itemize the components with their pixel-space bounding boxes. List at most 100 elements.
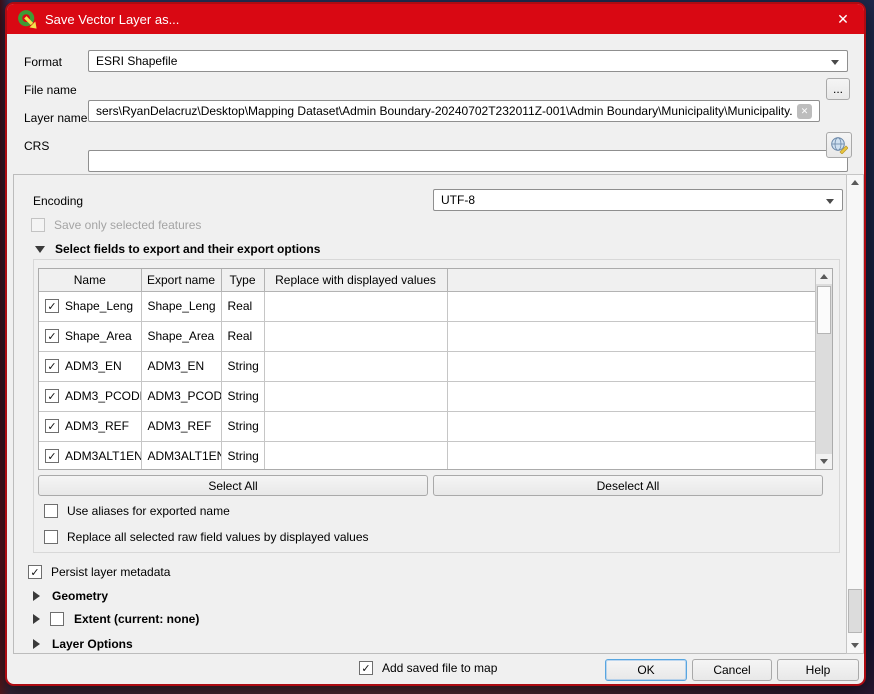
field-name: ADM3_EN	[65, 359, 122, 373]
save-vector-layer-dialog: Save Vector Layer as... ✕ Format ESRI Sh…	[5, 2, 866, 686]
geometry-section-header[interactable]: Geometry	[33, 589, 108, 603]
extent-label: Extent (current: none)	[74, 612, 199, 626]
col-header-filler	[447, 269, 817, 291]
table-row[interactable]: ✓Shape_Area Shape_Area Real	[39, 321, 817, 351]
add-to-map-row[interactable]: ✓ Add saved file to map	[359, 661, 497, 675]
collapse-collapsed-icon[interactable]	[33, 614, 40, 624]
options-scrollbar[interactable]	[846, 174, 864, 654]
table-header-row: Name Export name Type Replace with displ…	[39, 269, 817, 291]
fields-section-header[interactable]: Select fields to export and their export…	[35, 242, 320, 256]
chevron-down-icon	[831, 60, 839, 65]
persist-metadata-checkbox[interactable]: ✓	[28, 565, 42, 579]
filename-input[interactable]: sers\RyanDelacruz\Desktop\Mapping Datase…	[88, 100, 820, 122]
fields-table: Name Export name Type Replace with displ…	[38, 268, 833, 470]
chevron-down-icon	[826, 199, 834, 204]
table-row[interactable]: ✓ADM3_REF ADM3_REF String	[39, 411, 817, 441]
clear-text-icon[interactable]: ✕	[797, 104, 812, 119]
col-header-type[interactable]: Type	[221, 269, 264, 291]
crs-label: CRS	[24, 139, 49, 153]
persist-metadata-label: Persist layer metadata	[51, 565, 170, 579]
cancel-button[interactable]: Cancel	[692, 659, 772, 681]
deselect-all-button[interactable]: Deselect All	[433, 475, 823, 496]
options-scrollbar-thumb[interactable]	[848, 589, 862, 633]
format-combobox[interactable]: ESRI Shapefile	[88, 50, 848, 72]
save-selected-checkbox-row: Save only selected features	[31, 218, 201, 232]
fields-table-grid: Name Export name Type Replace with displ…	[39, 269, 817, 470]
table-scrollbar[interactable]	[815, 269, 832, 469]
layername-input[interactable]	[88, 150, 848, 172]
add-to-map-label: Add saved file to map	[382, 661, 497, 675]
field-name: Shape_Area	[65, 329, 132, 343]
replace-raw-checkbox[interactable]	[44, 530, 58, 544]
field-replace-value[interactable]	[264, 411, 447, 441]
scroll-down-icon[interactable]	[816, 454, 832, 469]
extent-section-header[interactable]: Extent (current: none)	[33, 612, 199, 626]
table-row[interactable]: ✓ADM3ALT1EN ADM3ALT1EN String	[39, 441, 817, 470]
field-export-name[interactable]: Shape_Leng	[141, 291, 221, 321]
scroll-up-icon[interactable]	[816, 269, 832, 284]
row-checkbox[interactable]: ✓	[45, 359, 59, 373]
field-type: String	[221, 411, 264, 441]
replace-raw-row[interactable]: Replace all selected raw field values by…	[44, 530, 369, 544]
field-export-name[interactable]: ADM3_REF	[141, 411, 221, 441]
table-row[interactable]: ✓Shape_Leng Shape_Leng Real	[39, 291, 817, 321]
field-replace-value[interactable]	[264, 321, 447, 351]
collapse-collapsed-icon[interactable]	[33, 639, 40, 649]
fields-section-label: Select fields to export and their export…	[55, 242, 320, 256]
field-name: Shape_Leng	[65, 299, 133, 313]
help-button[interactable]: Help	[777, 659, 859, 681]
save-selected-checkbox	[31, 218, 45, 232]
layer-options-label: Layer Options	[52, 637, 133, 651]
use-aliases-checkbox[interactable]	[44, 504, 58, 518]
title-bar[interactable]: Save Vector Layer as... ✕	[7, 4, 864, 34]
format-value: ESRI Shapefile	[96, 54, 177, 68]
field-replace-value[interactable]	[264, 351, 447, 381]
field-export-name[interactable]: ADM3_PCODE	[141, 381, 221, 411]
scroll-down-icon[interactable]	[847, 638, 863, 653]
extent-checkbox[interactable]	[50, 612, 64, 626]
options-scroll-area: Encoding UTF-8 Save only selected featur…	[13, 174, 864, 654]
field-export-name[interactable]: ADM3_EN	[141, 351, 221, 381]
select-crs-button[interactable]	[826, 132, 852, 158]
row-checkbox[interactable]: ✓	[45, 419, 59, 433]
field-name: ADM3ALT1EN	[65, 449, 141, 463]
window-title: Save Vector Layer as...	[45, 12, 179, 27]
table-row[interactable]: ✓ ADM3_EN ADM3_EN String	[39, 351, 817, 381]
field-replace-value[interactable]	[264, 441, 447, 470]
field-type: String	[221, 381, 264, 411]
field-export-name[interactable]: Shape_Area	[141, 321, 221, 351]
col-header-name[interactable]: Name	[39, 269, 141, 291]
layer-options-section-header[interactable]: Layer Options	[33, 637, 133, 651]
save-selected-label: Save only selected features	[54, 218, 201, 232]
col-header-replace[interactable]: Replace with displayed values	[264, 269, 447, 291]
collapse-expanded-icon[interactable]	[35, 246, 45, 253]
ok-button[interactable]: OK	[605, 659, 687, 681]
browse-button[interactable]: ...	[826, 78, 850, 100]
field-replace-value[interactable]	[264, 291, 447, 321]
field-type: String	[221, 351, 264, 381]
row-checkbox[interactable]: ✓	[45, 299, 59, 313]
scroll-up-icon[interactable]	[847, 175, 863, 190]
add-to-map-checkbox[interactable]: ✓	[359, 661, 373, 675]
field-export-name[interactable]: ADM3ALT1EN	[141, 441, 221, 470]
qgis-logo-icon	[17, 9, 37, 29]
format-label: Format	[24, 55, 62, 69]
filename-value: sers\RyanDelacruz\Desktop\Mapping Datase…	[96, 104, 793, 118]
use-aliases-label: Use aliases for exported name	[67, 504, 230, 518]
encoding-combobox[interactable]: UTF-8	[433, 189, 843, 211]
replace-raw-label: Replace all selected raw field values by…	[67, 530, 369, 544]
globe-edit-icon	[830, 136, 848, 154]
table-scrollbar-thumb[interactable]	[817, 286, 831, 334]
close-icon[interactable]: ✕	[828, 7, 858, 31]
use-aliases-row[interactable]: Use aliases for exported name	[44, 504, 230, 518]
col-header-export-name[interactable]: Export name	[141, 269, 221, 291]
row-checkbox[interactable]: ✓	[45, 389, 59, 403]
row-checkbox[interactable]: ✓	[45, 449, 59, 463]
persist-metadata-row[interactable]: ✓ Persist layer metadata	[28, 565, 170, 579]
table-row[interactable]: ✓ADM3_PCODE ADM3_PCODE String	[39, 381, 817, 411]
field-replace-value[interactable]	[264, 381, 447, 411]
row-checkbox[interactable]: ✓	[45, 329, 59, 343]
collapse-collapsed-icon[interactable]	[33, 591, 40, 601]
select-all-button[interactable]: Select All	[38, 475, 428, 496]
encoding-label: Encoding	[33, 194, 83, 208]
